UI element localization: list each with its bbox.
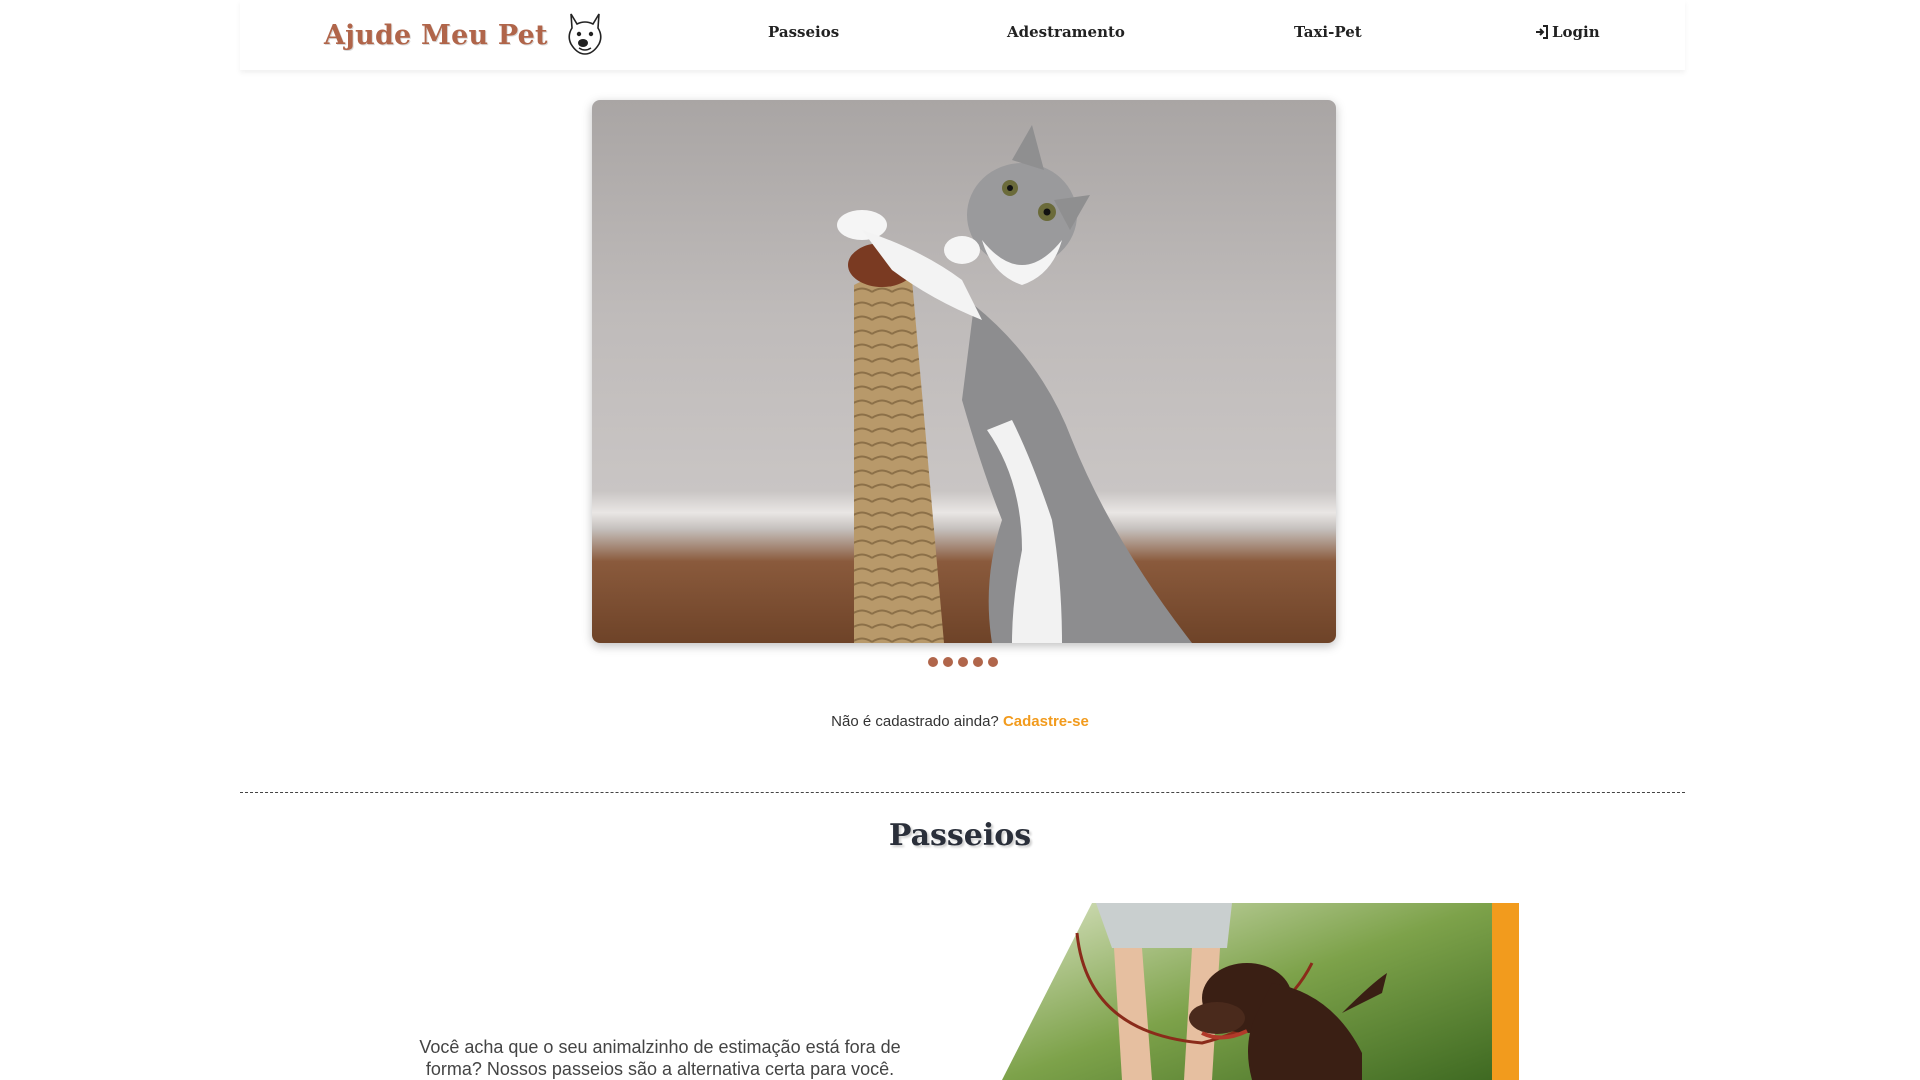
nav-passeios[interactable]: Passeios [768,23,839,41]
dog-face-icon[interactable] [565,10,605,58]
nav-taxi-pet[interactable]: Taxi-Pet [1294,23,1362,41]
page: Ajude Meu Pet Passeios Adestramento Taxi… [0,0,1920,1080]
section-description: Você acha que o seu animalzinho de estim… [419,1037,901,1079]
signup-prompt: Não é cadastrado ainda? Cadastre-se [0,713,1920,730]
site-logo-text[interactable]: Ajude Meu Pet [324,20,548,51]
carousel-dot[interactable] [988,657,998,667]
kitten-photo [837,125,1192,643]
hero-carousel-slide[interactable] [592,100,1336,643]
top-navbar: Ajude Meu Pet Passeios Adestramento Taxi… [240,0,1685,70]
carousel-indicators [928,657,998,669]
sign-in-icon [1535,25,1549,39]
section-divider [240,792,1685,793]
signup-prompt-text: Não é cadastrado ainda? [831,713,999,730]
nav-adestramento[interactable]: Adestramento [1007,23,1125,41]
section-title: Passeios [888,818,1032,853]
carousel-dot[interactable] [973,657,983,667]
nav-login-label: Login [1552,23,1600,41]
nav-login[interactable]: Login [1535,23,1600,41]
carousel-dot[interactable] [928,657,938,667]
dog-walk-photo [1002,903,1519,1080]
signup-link[interactable]: Cadastre-se [1003,713,1089,730]
carousel-dot[interactable] [943,657,953,667]
carousel-dot[interactable] [958,657,968,667]
